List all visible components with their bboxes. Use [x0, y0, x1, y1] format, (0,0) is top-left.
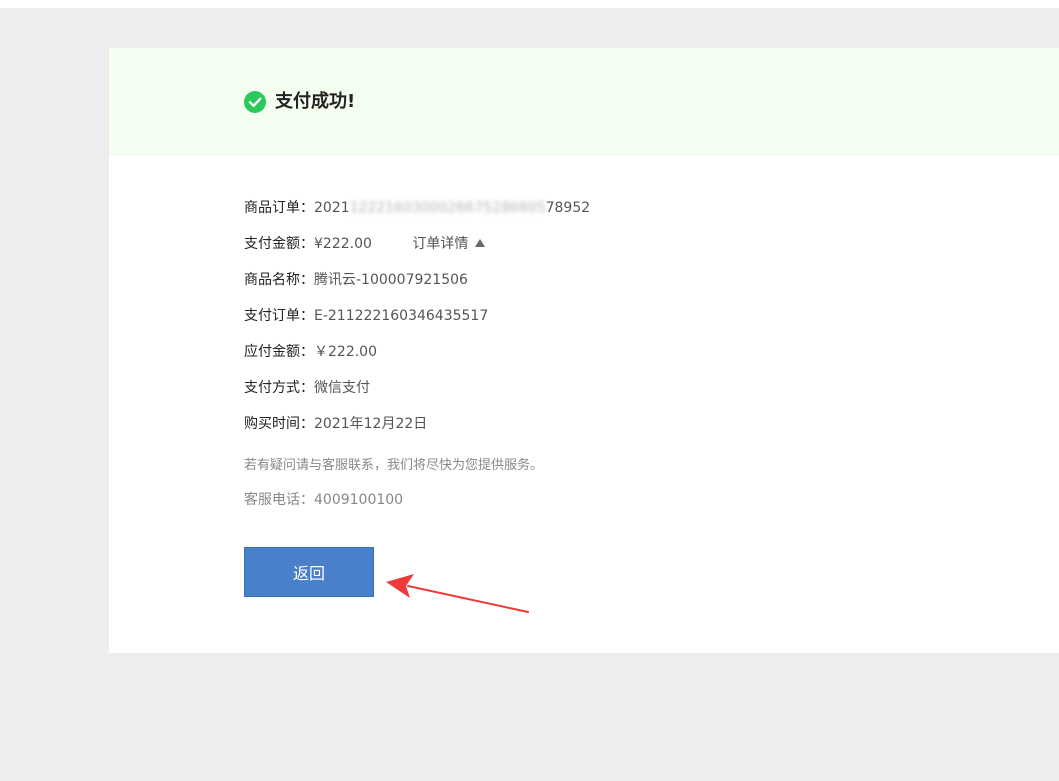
product-order-value-redacted: 1222160300026675286605 [349, 200, 546, 216]
hotline-label: 客服电话： [244, 492, 314, 508]
product-name-value: 腾讯云-100007921506 [314, 272, 468, 288]
purchase-time-value: 2021年12月22日 [314, 416, 428, 432]
red-arrow-annotation [386, 574, 529, 613]
payment-method-label: 支付方式： [244, 380, 314, 396]
order-info-list: 商品订单：2021122216030002667528660578952 支付金… [244, 196, 590, 448]
payment-method-value: 微信支付 [314, 380, 370, 396]
info-row-product-order: 商品订单：2021122216030002667528660578952 [244, 196, 590, 232]
triangle-up-icon [475, 239, 486, 247]
payable-label: 应付金额： [244, 344, 314, 360]
back-button[interactable]: 返回 [244, 547, 374, 597]
success-banner: 支付成功! [109, 48, 1059, 156]
payment-order-value: E-211222160346435517 [314, 308, 489, 324]
success-title: 支付成功! [275, 91, 356, 112]
purchase-time-label: 购买时间： [244, 416, 314, 432]
info-row-method: 支付方式：微信支付 [244, 376, 590, 412]
hotline-value: 4009100100 [314, 492, 404, 508]
info-row-product-name: 商品名称：腾讯云-100007921506 [244, 268, 590, 304]
product-order-label: 商品订单： [244, 200, 314, 216]
support-hotline: 客服电话：4009100100 [244, 488, 403, 512]
amount-value: ¥222.00 [314, 236, 372, 252]
info-row-purchase-time: 购买时间：2021年12月22日 [244, 412, 590, 448]
info-row-payable: 应付金额：￥222.00 [244, 340, 590, 376]
info-row-payment-order: 支付订单：E-211222160346435517 [244, 304, 590, 340]
product-name-label: 商品名称： [244, 272, 314, 288]
order-details-toggle[interactable]: 订单详情 [412, 232, 486, 256]
support-notice: 若有疑问请与客服联系，我们将尽快为您提供服务。 [244, 458, 544, 473]
payment-order-label: 支付订单： [244, 308, 314, 324]
payment-result-card: 支付成功! 商品订单：20211222160300026675286605789… [109, 48, 1059, 653]
payable-value: ￥222.00 [314, 344, 377, 360]
browser-top-strip [0, 0, 1059, 8]
product-order-value-end: 78952 [545, 200, 591, 216]
info-row-amount: 支付金额：¥222.00 订单详情 [244, 232, 590, 268]
order-details-label: 订单详情 [412, 236, 469, 252]
check-circle-icon [244, 91, 266, 113]
product-order-value-start: 2021 [314, 200, 350, 216]
amount-label: 支付金额： [244, 236, 314, 252]
